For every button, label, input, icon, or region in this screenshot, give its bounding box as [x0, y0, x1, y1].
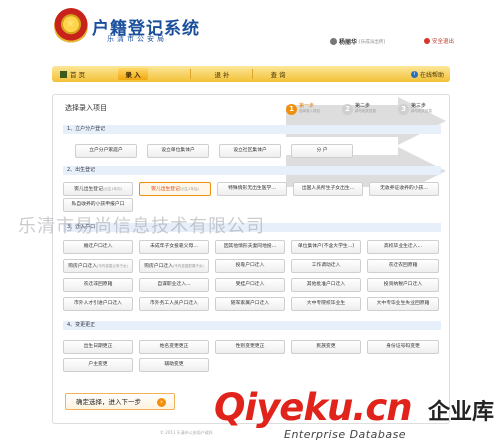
- arrow-right-icon: ›: [157, 398, 166, 407]
- section-header: 2、出生登记: [63, 166, 441, 175]
- option-button[interactable]: 婚迁户口迁入: [63, 240, 133, 254]
- option-button[interactable]: 设立社区集体户: [219, 144, 281, 158]
- current-user: 杨丽华 [乐成派出所]: [330, 37, 385, 46]
- option-button[interactable]: 购房户口迁入(市内投靠配偶子女): [139, 259, 209, 273]
- option-button[interactable]: 设立单位集体户: [147, 144, 209, 158]
- option-button[interactable]: 出生日期更正: [63, 340, 133, 354]
- step-2: 2 第二步 填写相关信息: [342, 100, 376, 118]
- option-button[interactable]: 单位集体户(不含大学生...): [291, 240, 361, 254]
- option-label: 婴儿出生登记: [74, 187, 103, 192]
- option-label: 购房户口迁入: [68, 264, 98, 269]
- option-button[interactable]: 民族变更: [291, 340, 361, 354]
- step-1: 1 第一步 选择录入项目: [286, 100, 320, 118]
- option-button[interactable]: 私自收养的小孩申报户口: [63, 198, 133, 212]
- main-nav: 首 页 录 入 退 补 查 询 i 在线帮助: [52, 66, 450, 82]
- option-button[interactable]: 未成年子女投靠父母...: [139, 240, 209, 254]
- logout-label: 安全退出: [432, 39, 455, 45]
- option-button[interactable]: 农迁农回原籍: [367, 259, 439, 273]
- option-button[interactable]: 户主变更: [63, 358, 133, 372]
- brand-logo-suffix: .cn: [352, 386, 412, 429]
- option-button[interactable]: 大中专院校毕业生: [291, 297, 361, 311]
- option-button[interactable]: 大中专毕业生失业回原籍: [367, 297, 439, 311]
- step-3: 3 第三步 填写相关信息: [398, 100, 432, 118]
- option-label: 购房户口迁入: [144, 264, 174, 269]
- nav-home-label: 首 页: [70, 71, 86, 79]
- option-button[interactable]: 市外务工人员户口迁入: [139, 297, 209, 311]
- option-button[interactable]: 农迁非回原籍: [63, 278, 133, 292]
- help-label: 在线帮助: [419, 71, 444, 79]
- next-step-label: 确定选择，进入下一步: [76, 398, 141, 406]
- police-emblem-icon: ★: [54, 8, 88, 44]
- option-button[interactable]: 投资纳税户口迁入: [367, 278, 439, 292]
- brand-logo-text: Qiyeku: [214, 386, 353, 429]
- brand-en-name: Enterprise Database: [284, 428, 407, 441]
- option-note: (市内投靠配偶子女): [173, 264, 204, 268]
- option-button[interactable]: 受挂户口迁入: [215, 278, 285, 292]
- option-button[interactable]: 特殊情形无出生医学...: [217, 182, 287, 196]
- watermark: 乐清市易尚信息技术有限公司: [18, 216, 265, 237]
- tab-supplement[interactable]: 退 补: [202, 68, 242, 80]
- step-3-sub: 填写相关信息: [411, 109, 432, 113]
- option-button[interactable]: 自谋职业迁入...: [139, 278, 209, 292]
- nav-divider: [252, 69, 253, 79]
- option-button[interactable]: 其他批准户口迁入: [291, 278, 361, 292]
- nav-home[interactable]: 首 页: [52, 66, 120, 82]
- option-button[interactable]: 工作调动迁入: [291, 259, 361, 273]
- step-2-number: 2: [342, 103, 353, 115]
- option-button[interactable]: 无收养证收养的小孩...: [369, 182, 439, 196]
- option-note: (出生1年后): [179, 187, 199, 191]
- tab-query[interactable]: 查 询: [258, 68, 298, 80]
- option-label: 婴儿出生登记: [151, 187, 180, 192]
- option-button-selected[interactable]: 婴儿出生登记(出生1年后): [139, 182, 211, 196]
- step-indicator: 1 第一步 选择录入项目 2 第二步 填写相关信息 3 第三步 填写相关信息: [286, 97, 446, 195]
- help-link[interactable]: i 在线帮助: [410, 66, 444, 82]
- step-2-sub: 填写相关信息: [355, 109, 376, 113]
- panel-title: 选择录入项目: [65, 104, 107, 112]
- option-note: (出生1年内): [102, 187, 122, 191]
- section-header: 4、变更更正: [63, 321, 441, 330]
- step-1-sub: 选择录入项目: [299, 109, 320, 113]
- option-button[interactable]: 出国人员所生子女出生...: [293, 182, 363, 196]
- brand-logo: Qiyeku.cn 企业库 Enterprise Database: [214, 386, 500, 448]
- next-step-button[interactable]: 确定选择，进入下一步 ›: [65, 393, 175, 410]
- power-icon: [424, 38, 430, 44]
- entry-panel: 选择录入项目 1 第一步 选择录入项目 2 第二步 填写相关信息 3 第三步 填写相关…: [52, 94, 450, 424]
- system-subtitle: 乐清市公安局: [107, 35, 167, 43]
- brand-cn-name: 企业库: [428, 400, 495, 425]
- option-button[interactable]: 因其他情形夫妻同地投...: [215, 240, 285, 254]
- info-icon: i: [410, 70, 418, 78]
- option-button[interactable]: 姓名变更更正: [139, 340, 209, 354]
- logout-link[interactable]: 安全退出: [424, 37, 454, 45]
- footer-text: © 2011 乐清市公安局户政科: [160, 430, 213, 435]
- option-button[interactable]: 市外人才引进户口迁入: [63, 297, 133, 311]
- option-button[interactable]: 立户分户家庭户: [75, 144, 137, 158]
- header: ★ 户籍登记系统 乐清市公安局 杨丽华 [乐成派出所] 安全退出: [0, 0, 500, 62]
- user-icon: [330, 38, 337, 45]
- option-note: (市内投靠父母子女): [97, 264, 128, 268]
- user-role: [乐成派出所]: [359, 39, 386, 45]
- option-button[interactable]: 辅助变更: [139, 358, 209, 372]
- tab-entry[interactable]: 录 入: [118, 68, 148, 80]
- option-button[interactable]: 投靠户口迁入: [215, 259, 285, 273]
- option-button[interactable]: 购房户口迁入(市内投靠父母子女): [63, 259, 133, 273]
- option-button[interactable]: 高校毕业生迁入...: [367, 240, 439, 254]
- option-button[interactable]: 分 户: [291, 144, 353, 158]
- home-icon: [60, 70, 67, 78]
- option-button[interactable]: 随军家属户口迁入: [215, 297, 285, 311]
- step-3-number: 3: [398, 103, 409, 115]
- step-1-number: 1: [286, 103, 297, 115]
- section-header: 1、立户分户登记: [63, 125, 441, 134]
- brand-mark: Qiyeku.cn: [214, 386, 413, 429]
- option-button[interactable]: 身份证号码变更: [367, 340, 439, 354]
- option-button[interactable]: 性别变更更正: [215, 340, 285, 354]
- user-name: 杨丽华: [339, 39, 358, 46]
- option-button[interactable]: 婴儿出生登记(出生1年内): [63, 182, 133, 196]
- nav-divider: [190, 69, 191, 79]
